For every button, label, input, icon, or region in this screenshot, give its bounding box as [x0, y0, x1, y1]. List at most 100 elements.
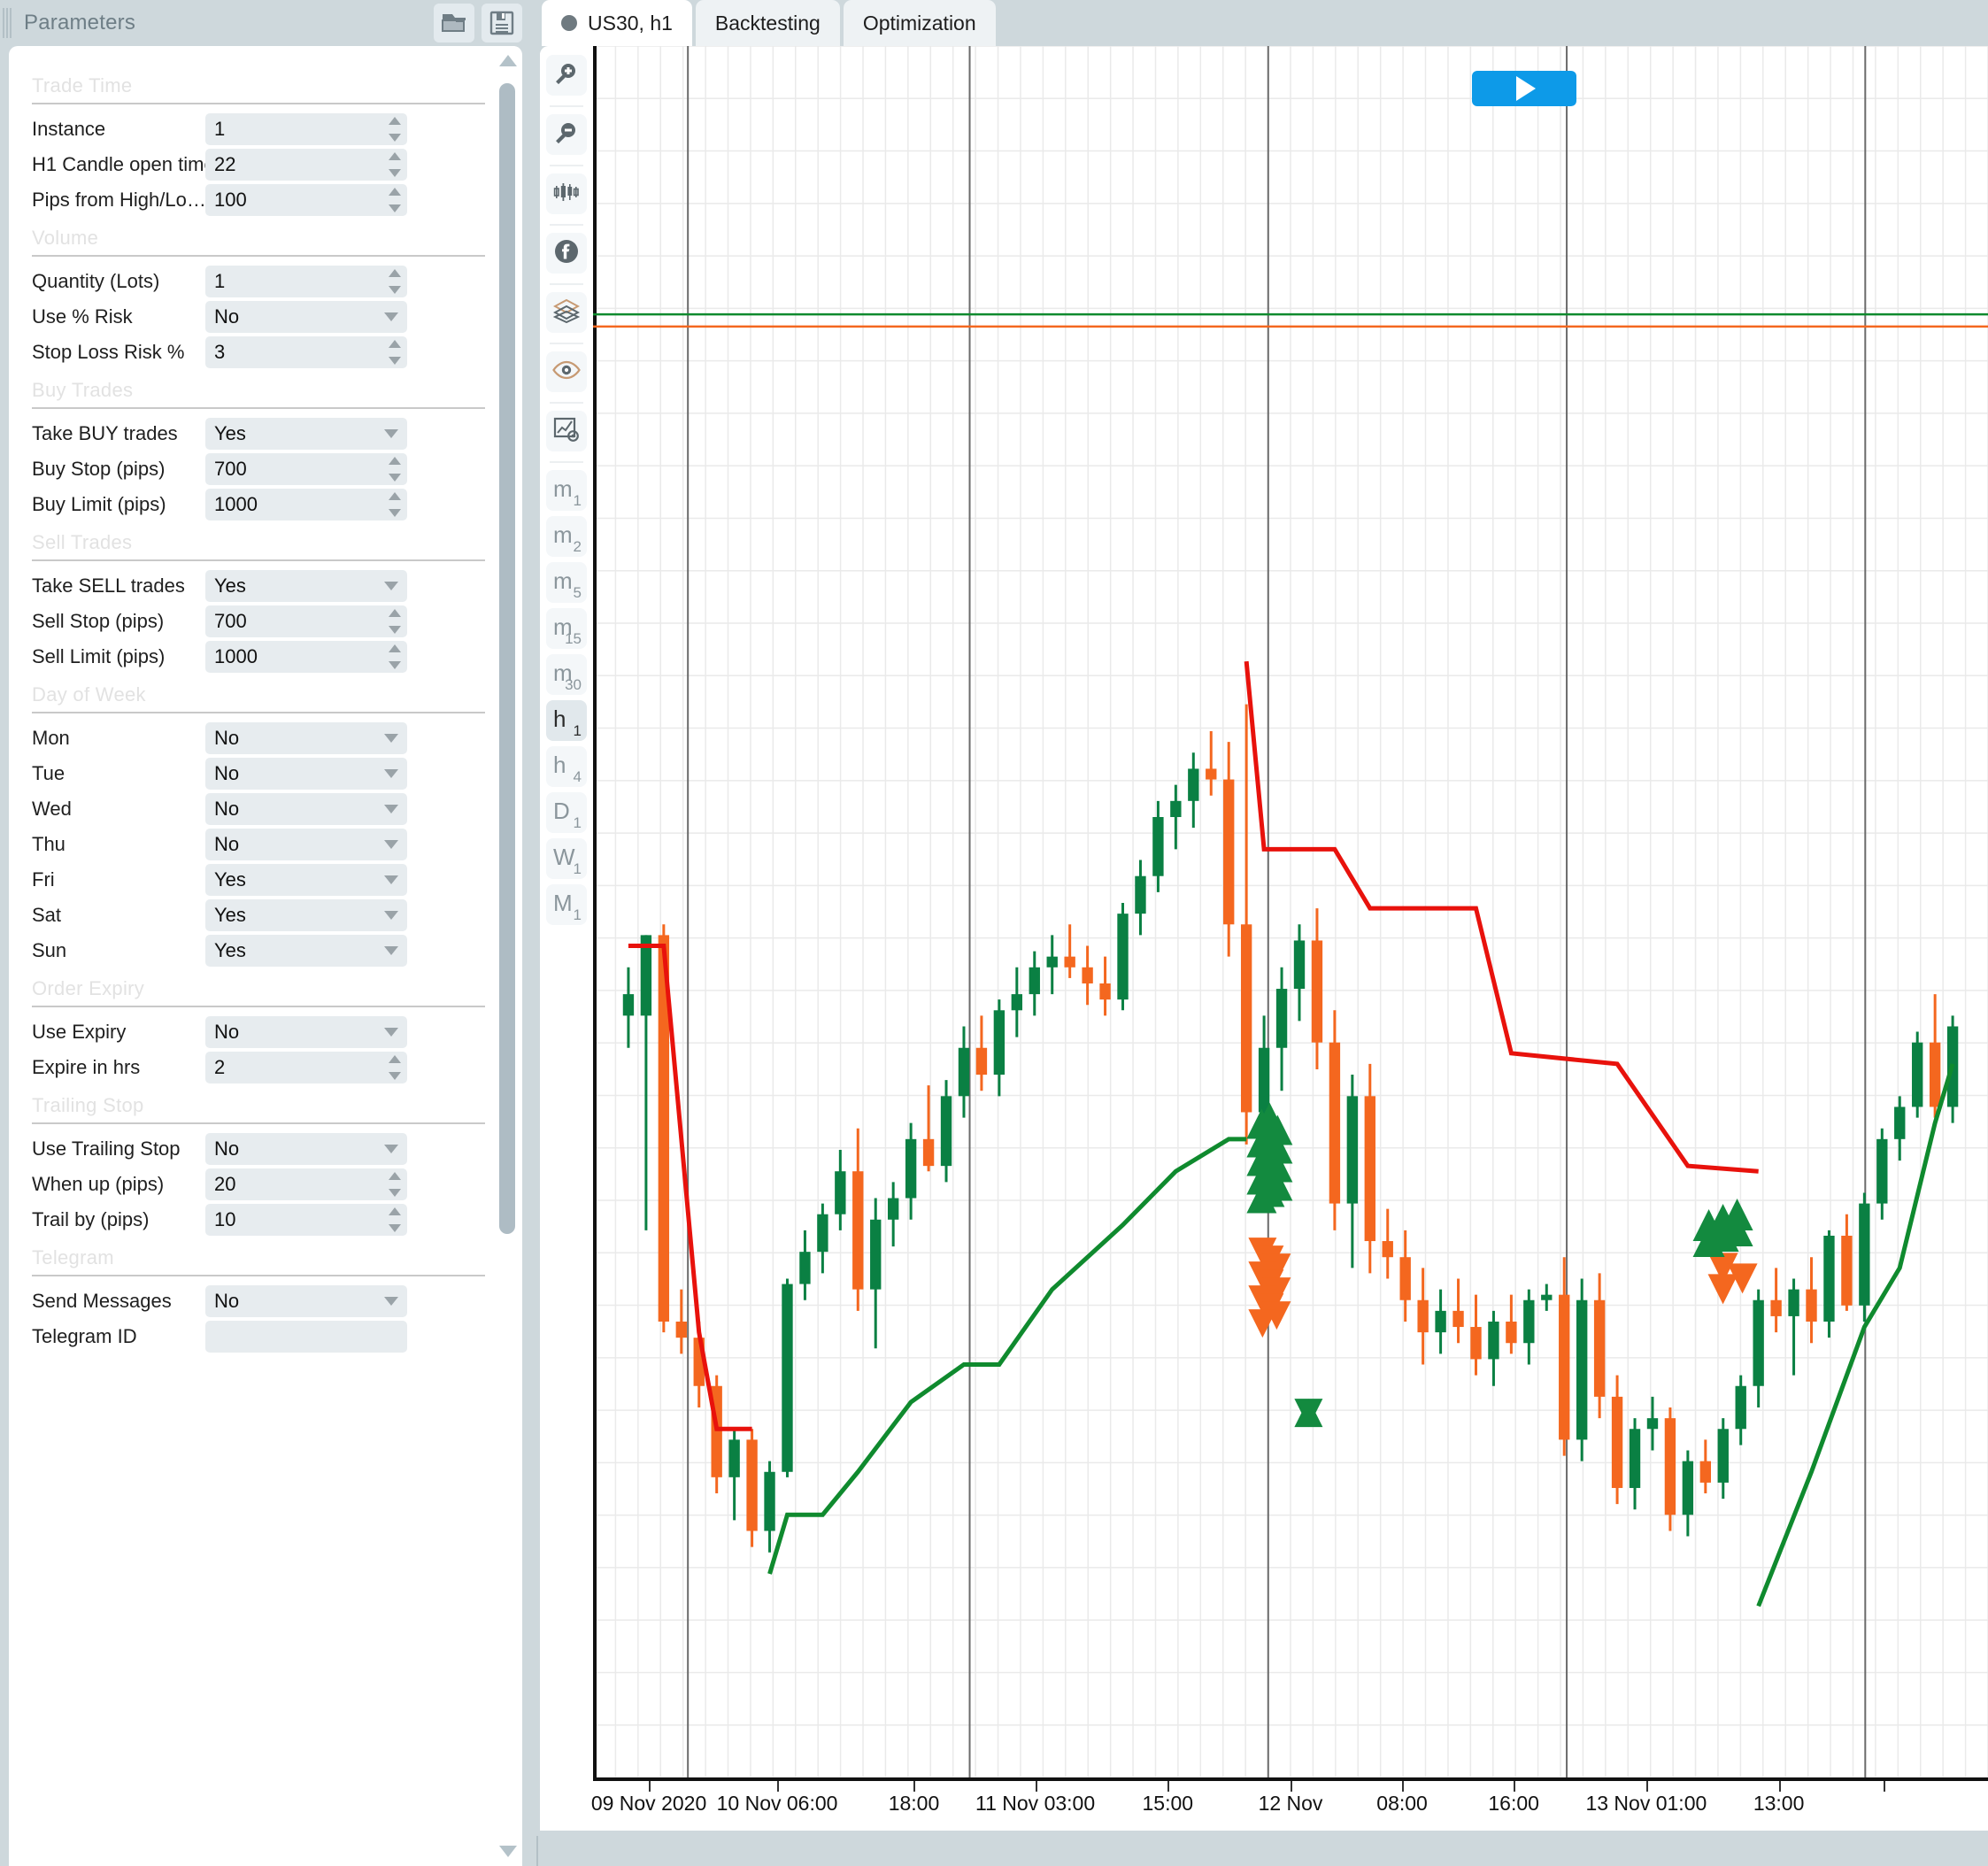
parameter-select[interactable]: Yes: [205, 864, 407, 896]
chevron-down-icon[interactable]: [384, 840, 398, 849]
chevron-down-icon[interactable]: [384, 582, 398, 590]
parameter-row: Sun Yes: [32, 933, 492, 968]
parameter-select[interactable]: Yes: [205, 899, 407, 931]
parameter-value: 1: [214, 118, 226, 140]
parameter-value: No: [214, 833, 240, 855]
chevron-down-icon[interactable]: [384, 769, 398, 778]
parameter-input[interactable]: 3: [205, 336, 407, 368]
timeframe-button-m1[interactable]: m1: [546, 470, 587, 511]
timeframe-button-m5[interactable]: m5: [546, 562, 587, 603]
parameters-scrollbar[interactable]: [494, 46, 520, 1866]
parameter-select[interactable]: No: [205, 1285, 407, 1317]
chevron-down-icon[interactable]: [384, 946, 398, 955]
parameter-value: 700: [214, 458, 247, 480]
parameter-input[interactable]: 22: [205, 149, 407, 181]
timeframe-button-D1[interactable]: D1: [546, 792, 587, 833]
parameter-group-title: Buy Trades: [32, 379, 134, 401]
timeframe-button-M1[interactable]: M1: [546, 884, 587, 925]
chart-plot[interactable]: [593, 46, 1988, 1777]
parameter-input[interactable]: 1000: [205, 641, 407, 673]
parameter-select[interactable]: Yes: [205, 570, 407, 602]
panel-drag-handle[interactable]: [3, 6, 15, 40]
candle-body: [1788, 1289, 1799, 1316]
timeframe-button-W1[interactable]: W1: [546, 838, 587, 879]
parameter-select[interactable]: No: [205, 758, 407, 790]
parameter-label: H1 Candle open time: [32, 153, 205, 175]
parameter-group-title: Volume: [32, 227, 99, 249]
parameter-select[interactable]: No: [205, 722, 407, 754]
parameter-select[interactable]: No: [205, 301, 407, 333]
scroll-down-arrow[interactable]: [499, 1846, 517, 1857]
chevron-down-icon[interactable]: [384, 805, 398, 813]
chevron-down-icon[interactable]: [384, 1028, 398, 1037]
parameter-input[interactable]: 2: [205, 1052, 407, 1083]
timeframe-button-m2[interactable]: m2: [546, 516, 587, 557]
parameter-label: Sat: [32, 904, 62, 926]
spinner-arrows[interactable]: [389, 117, 401, 142]
parameter-input[interactable]: 20: [205, 1168, 407, 1200]
timeframe-button-h1[interactable]: h1: [546, 700, 587, 741]
spinner-arrows[interactable]: [389, 188, 401, 212]
parameter-input[interactable]: 700: [205, 453, 407, 485]
candlestick-button[interactable]: [546, 173, 587, 214]
spinner-arrows[interactable]: [389, 152, 401, 177]
chevron-down-icon[interactable]: [384, 734, 398, 743]
timeframe-button-m15[interactable]: m 15: [546, 608, 587, 649]
chevron-down-icon[interactable]: [384, 429, 398, 438]
spinner-arrows[interactable]: [389, 457, 401, 482]
zoom-out-button[interactable]: [546, 114, 587, 155]
parameter-input[interactable]: 100: [205, 184, 407, 216]
tab-optimization[interactable]: Optimization: [843, 0, 996, 46]
chevron-down-icon[interactable]: [384, 1297, 398, 1306]
chevron-down-icon[interactable]: [384, 875, 398, 884]
spinner-arrows[interactable]: [389, 644, 401, 669]
tab-backtesting[interactable]: Backtesting: [695, 0, 840, 46]
parameter-input[interactable]: 10: [205, 1204, 407, 1236]
scrollbar-thumb[interactable]: [499, 83, 515, 1234]
timeframe-button-h4[interactable]: h4: [546, 746, 587, 787]
candle-body: [835, 1171, 846, 1214]
parameter-select[interactable]: Yes: [205, 418, 407, 450]
candle-body: [1170, 800, 1182, 818]
load-button[interactable]: [434, 4, 474, 42]
layers-button[interactable]: [546, 292, 587, 333]
chevron-down-icon[interactable]: [384, 312, 398, 321]
parameter-input[interactable]: 700: [205, 605, 407, 637]
parameter-select[interactable]: No: [205, 793, 407, 825]
chevron-down-icon[interactable]: [384, 911, 398, 920]
timeframe-unit: h: [553, 752, 566, 778]
parameter-select[interactable]: Yes: [205, 935, 407, 967]
chevron-down-icon[interactable]: [384, 1145, 398, 1153]
play-button[interactable]: [1471, 71, 1576, 106]
parameter-input[interactable]: 1: [205, 113, 407, 145]
facebook-button[interactable]: [546, 233, 587, 274]
candle-body: [1046, 956, 1058, 968]
spinner-arrows[interactable]: [389, 1207, 401, 1232]
scroll-up-arrow[interactable]: [499, 55, 517, 66]
group-divider: [32, 1275, 485, 1276]
parameter-input[interactable]: 1000: [205, 489, 407, 520]
spinner-arrows[interactable]: [389, 1172, 401, 1197]
timeframe-button-m30[interactable]: m 30: [546, 654, 587, 695]
zoom-in-button[interactable]: [546, 55, 587, 96]
spinner-arrows[interactable]: [389, 340, 401, 365]
parameters-list: Trade Time Instance 1 H1 Candle open time 22…: [9, 46, 492, 1866]
spinner-arrows[interactable]: [389, 269, 401, 294]
timeframe-number: 1: [573, 860, 582, 877]
parameter-input[interactable]: [205, 1321, 407, 1353]
candle-body: [1117, 914, 1129, 1000]
x-axis-tick: [1167, 1781, 1170, 1792]
parameter-select[interactable]: No: [205, 1016, 407, 1048]
spinner-arrows[interactable]: [389, 492, 401, 517]
parameter-select[interactable]: No: [205, 829, 407, 860]
chart-settings-button[interactable]: [546, 411, 587, 451]
x-axis-label: 10 Nov 06:00: [716, 1792, 838, 1815]
save-button[interactable]: [482, 4, 522, 42]
parameter-select[interactable]: No: [205, 1133, 407, 1165]
spinner-arrows[interactable]: [389, 609, 401, 634]
tab-us30-h1[interactable]: US30, h1: [542, 0, 692, 46]
parameter-input[interactable]: 1: [205, 266, 407, 297]
spinner-arrows[interactable]: [389, 1055, 401, 1080]
eye-button[interactable]: [546, 351, 587, 392]
horizontal-resize-handle[interactable]: [536, 1836, 542, 1866]
